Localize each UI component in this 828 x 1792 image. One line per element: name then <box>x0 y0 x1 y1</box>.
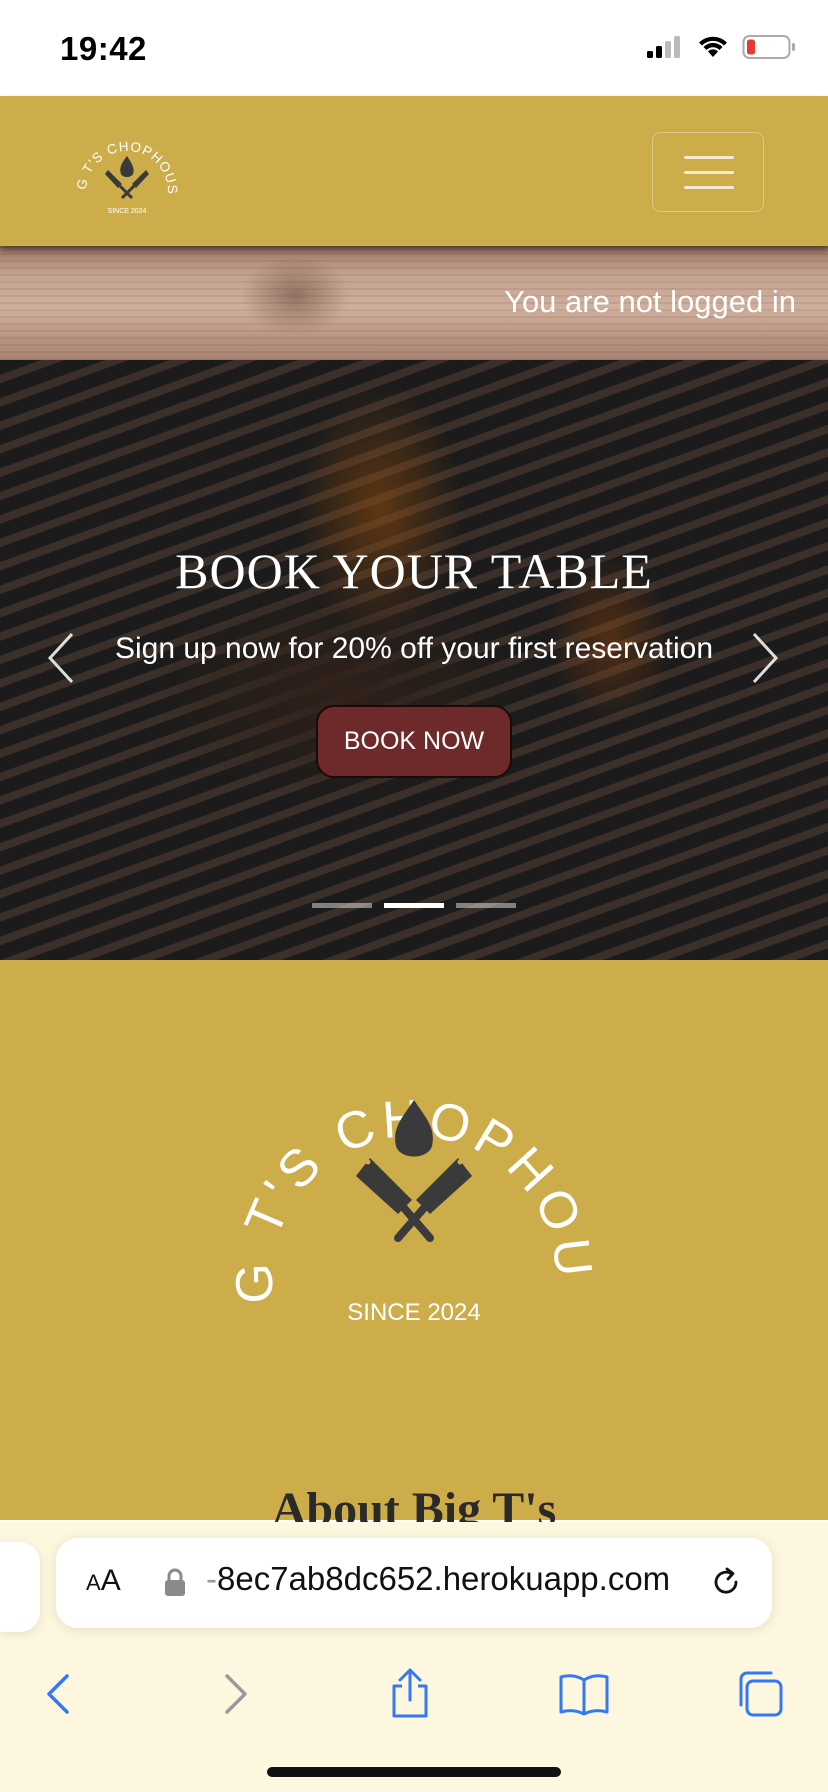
main-logo-since-text: SINCE 2024 <box>347 1299 480 1326</box>
login-status-text: You are not logged in <box>504 284 796 319</box>
carousel-indicators <box>312 903 516 908</box>
browser-chrome: AA -8ec7ab8dc652.herokuapp.com <box>0 1522 828 1792</box>
lock-icon <box>165 1568 185 1596</box>
hamburger-menu-icon <box>684 156 734 159</box>
carousel-title: BOOK YOUR TABLE <box>175 543 653 599</box>
hero-carousel: BOOK YOUR TABLE Sign up now for 20% off … <box>0 360 828 960</box>
carousel-subtitle: Sign up now for 20% off your first reser… <box>114 632 714 665</box>
status-bar: 19:42 <box>0 0 828 96</box>
site-navbar: BIG T'S CHOPHOUSE SINCE 2024 <box>0 96 828 246</box>
about-section: BIG T'S CHOPHOUSE SINCE 2024 About Big T… <box>0 960 828 1536</box>
browser-toolbar <box>0 1652 828 1742</box>
tabs-icon <box>739 1671 783 1717</box>
cellular-signal-icon <box>647 36 680 58</box>
bookmarks-button[interactable] <box>556 1666 612 1722</box>
bookmarks-icon <box>559 1674 609 1716</box>
svg-text:BIG T'S CHOPHOUSE: BIG T'S CHOPHOUSE <box>72 118 180 195</box>
main-logo-arc-text: BIG T'S CHOPHOUSE <box>234 1032 594 1304</box>
status-icons <box>646 34 796 60</box>
forward-icon <box>225 1674 247 1714</box>
logo-since-text: SINCE 2024 <box>108 208 147 215</box>
site-logo[interactable]: BIG T'S CHOPHOUSE SINCE 2024 <box>72 118 182 226</box>
forward-button[interactable] <box>208 1666 264 1722</box>
status-time: 19:42 <box>60 30 147 67</box>
previous-tab-peek[interactable] <box>0 1542 40 1632</box>
login-status-bar: You are not logged in <box>0 246 828 360</box>
chevron-left-icon <box>47 632 74 684</box>
back-icon <box>47 1674 69 1714</box>
tabs-button[interactable] <box>732 1666 788 1722</box>
back-button[interactable] <box>30 1666 86 1722</box>
logo-arc-text: BIG T'S CHOPHOUSE <box>72 118 179 195</box>
reader-options-button[interactable]: AA <box>86 1564 121 1598</box>
svg-text:BIG T'S CHOPHOUSE: BIG T'S CHOPHOUSE <box>234 1032 594 1304</box>
address-bar[interactable]: AA -8ec7ab8dc652.herokuapp.com <box>56 1538 772 1628</box>
wifi-icon <box>699 36 727 57</box>
carousel-indicator-1[interactable] <box>312 903 372 908</box>
flame-crossed-cleavers-icon <box>105 156 149 200</box>
nav-menu-toggle[interactable] <box>652 132 764 212</box>
carousel-prev-button[interactable] <box>42 628 82 688</box>
share-icon <box>392 1668 428 1718</box>
chevron-right-icon <box>752 632 779 684</box>
carousel-indicator-3[interactable] <box>456 903 516 908</box>
carousel-next-button[interactable] <box>744 628 784 688</box>
main-logo: BIG T'S CHOPHOUSE SINCE 2024 <box>234 1032 594 1326</box>
carousel-indicator-2[interactable] <box>384 903 444 908</box>
battery-low-icon <box>742 35 795 59</box>
book-now-button[interactable]: BOOK NOW <box>316 705 512 778</box>
url-text[interactable]: -8ec7ab8dc652.herokuapp.com <box>206 1560 670 1598</box>
share-button[interactable] <box>382 1666 438 1722</box>
home-indicator <box>267 1767 561 1777</box>
reload-icon[interactable] <box>708 1564 744 1600</box>
